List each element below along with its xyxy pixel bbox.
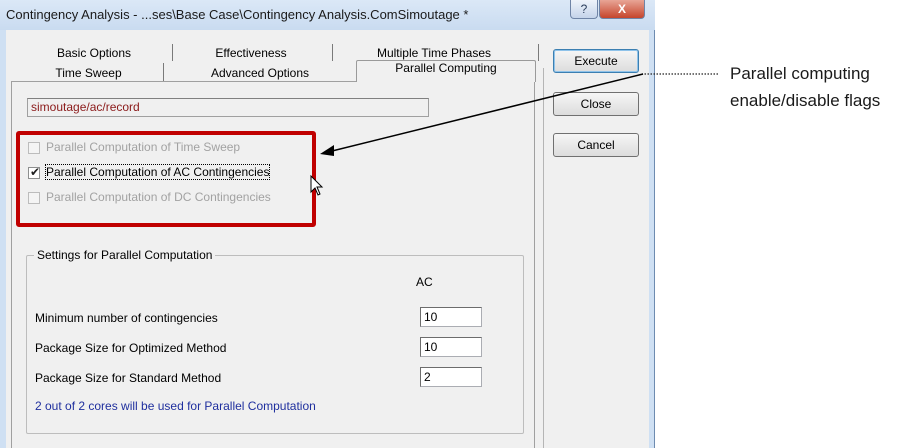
annotation-text: Parallel computing enable/disable flags	[730, 60, 916, 114]
annotation-line-1: Parallel computing	[730, 64, 870, 83]
tab-parallel-computing[interactable]: Parallel Computing	[356, 60, 536, 82]
annotation-line-2: enable/disable flags	[730, 91, 881, 110]
